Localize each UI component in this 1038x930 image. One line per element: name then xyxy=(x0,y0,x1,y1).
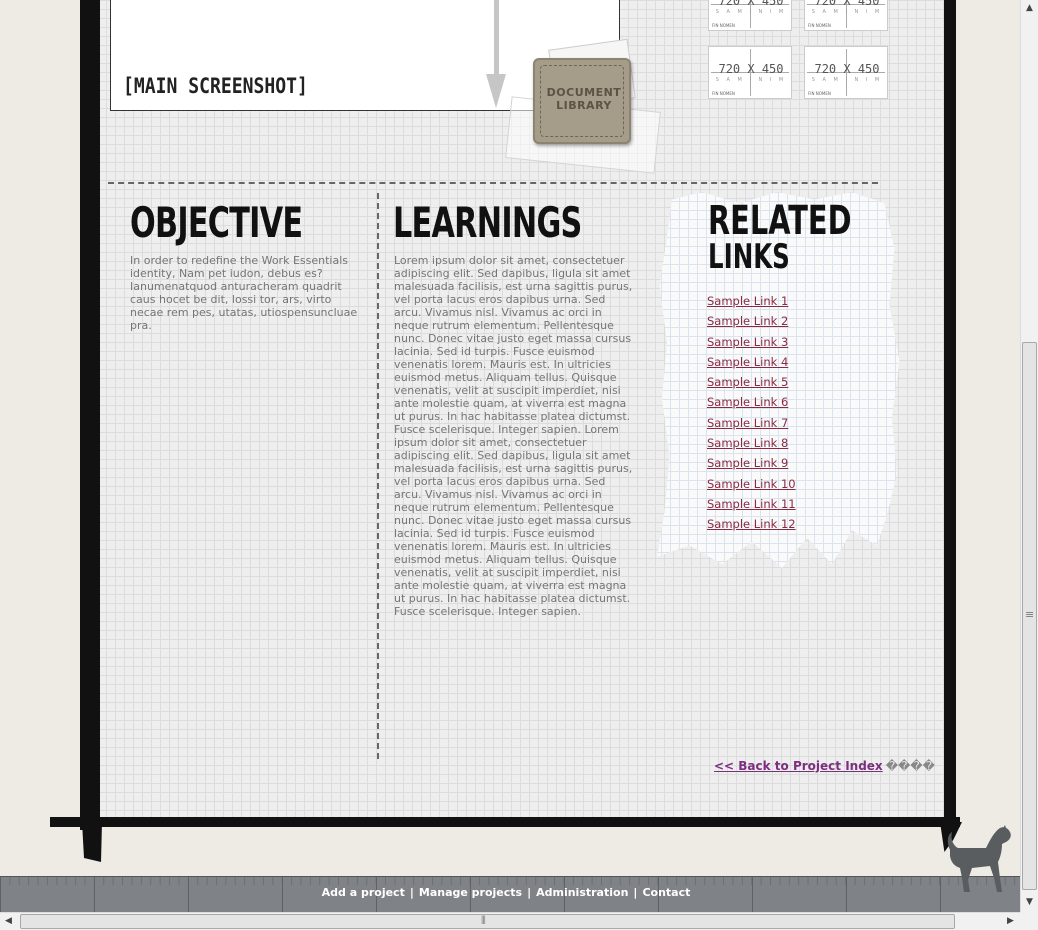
list-item: Sample Link 4 xyxy=(707,351,796,371)
thumbnail-sub: S A M I N I M xyxy=(811,77,883,83)
list-item: Sample Link 11 xyxy=(707,493,796,513)
thumbnail-footer: FIN NOMEN xyxy=(808,91,831,96)
list-item: Sample Link 10 xyxy=(707,473,796,493)
dog-silhouette-icon xyxy=(947,825,1011,892)
down-arrow-icon xyxy=(486,74,506,108)
horizontal-scrollbar[interactable]: ◀ ▶ xyxy=(0,912,1020,930)
thumbnail-sub: S A M I N I M xyxy=(715,9,787,15)
related-link[interactable]: Sample Link 5 xyxy=(707,375,788,389)
vertical-scroll-thumb[interactable] xyxy=(1022,342,1037,890)
learnings-text: Lorem ipsum dolor sit amet, consectetuer… xyxy=(394,254,633,618)
vertical-scrollbar[interactable]: ▲ ▼ xyxy=(1020,0,1038,912)
scroll-right-arrow-icon[interactable]: ▶ xyxy=(1002,913,1019,930)
footer-separator: | xyxy=(527,886,532,899)
list-item: Sample Link 8 xyxy=(707,432,796,452)
thumbnail-4[interactable]: 720 X 450 S A M I N I M FIN NOMEN xyxy=(804,46,888,99)
related-link[interactable]: Sample Link 3 xyxy=(707,335,788,349)
related-link[interactable]: Sample Link 12 xyxy=(707,517,796,531)
related-heading-line2: LINKS xyxy=(708,237,790,277)
document-library-line2: LIBRARY xyxy=(556,99,612,112)
footer-administration-link[interactable]: Administration xyxy=(536,886,628,899)
horizontal-scroll-thumb[interactable] xyxy=(20,914,955,929)
thumbnail-size: 720 X 450 xyxy=(814,0,880,8)
main-screenshot-label: [MAIN SCREENSHOT] xyxy=(123,74,308,98)
list-item: Sample Link 7 xyxy=(707,412,796,432)
document-library-button[interactable]: DOCUMENT LIBRARY xyxy=(533,58,631,144)
thumbnail-size: 720 X 450 xyxy=(718,0,784,8)
related-link[interactable]: Sample Link 11 xyxy=(707,497,796,511)
list-item: Sample Link 9 xyxy=(707,452,796,472)
section-divider-horizontal xyxy=(108,182,878,184)
list-item: Sample Link 5 xyxy=(707,371,796,391)
footer-separator: | xyxy=(633,886,638,899)
list-item: Sample Link 1 xyxy=(707,290,796,310)
back-to-project-index-link[interactable]: << Back to Project Index xyxy=(714,759,883,773)
related-link[interactable]: Sample Link 8 xyxy=(707,436,788,450)
section-divider-vertical xyxy=(377,193,379,759)
list-item: Sample Link 12 xyxy=(707,513,796,533)
thumbnail-footer: FIN NOMEN xyxy=(712,23,735,28)
back-link-row: << Back to Project Index ���� xyxy=(714,759,935,773)
scroll-left-arrow-icon[interactable]: ◀ xyxy=(0,913,17,930)
scroll-down-arrow-icon[interactable]: ▼ xyxy=(1021,894,1038,911)
document-library-line1: DOCUMENT xyxy=(546,86,622,99)
footer-add-project-link[interactable]: Add a project xyxy=(322,886,405,899)
related-link[interactable]: Sample Link 6 xyxy=(707,395,788,409)
related-link[interactable]: Sample Link 9 xyxy=(707,456,788,470)
objective-heading: OBJECTIVE xyxy=(130,198,303,247)
footer-manage-projects-link[interactable]: Manage projects xyxy=(419,886,522,899)
thumbnail-footer: FIN NOMEN xyxy=(808,23,831,28)
scroll-up-arrow-icon[interactable]: ▲ xyxy=(1021,0,1038,17)
list-item: Sample Link 6 xyxy=(707,391,796,411)
related-heading-line1: RELATED xyxy=(708,198,852,244)
thumbnail-3[interactable]: 720 X 450 S A M I N I M FIN NOMEN xyxy=(708,46,792,99)
frame-left-post xyxy=(80,0,100,830)
thumbnail-size: 720 X 450 xyxy=(814,62,880,76)
related-links-heading: RELATED LINKS xyxy=(708,198,852,277)
thumbnail-2[interactable]: 720 X 450 S A M I N I M FIN NOMEN xyxy=(804,0,888,31)
scrollbar-corner xyxy=(1020,912,1038,930)
frame-bottom-bar xyxy=(50,817,960,827)
related-link[interactable]: Sample Link 10 xyxy=(707,477,796,491)
list-item: Sample Link 2 xyxy=(707,310,796,330)
footer-contact-link[interactable]: Contact xyxy=(642,886,690,899)
garbled-text: ���� xyxy=(885,759,935,773)
related-links-list: Sample Link 1 Sample Link 2 Sample Link … xyxy=(707,290,796,534)
learnings-heading: LEARNINGS xyxy=(393,198,582,247)
thumbnail-size: 720 X 450 xyxy=(718,62,784,76)
document-library-label: DOCUMENT LIBRARY xyxy=(543,86,625,112)
thumbnail-sub: S A M I N I M xyxy=(811,9,883,15)
frame-right-post xyxy=(944,0,956,830)
thumbnail-1[interactable]: 720 X 450 S A M I N I M FIN NOMEN xyxy=(708,0,792,31)
list-item: Sample Link 3 xyxy=(707,331,796,351)
related-link[interactable]: Sample Link 7 xyxy=(707,416,788,430)
thumbnail-footer: FIN NOMEN xyxy=(712,91,735,96)
frame-leg-left xyxy=(82,822,102,862)
footer-nav: Add a project | Manage projects | Administra… xyxy=(0,886,1012,899)
related-link[interactable]: Sample Link 2 xyxy=(707,314,788,328)
page: [MAIN SCREENSHOT] DOCUMENT LIBRARY 720 X… xyxy=(0,0,1038,930)
footer-separator: | xyxy=(409,886,414,899)
thumbnail-sub: S A M I N I M xyxy=(715,77,787,83)
related-link[interactable]: Sample Link 4 xyxy=(707,355,788,369)
related-link[interactable]: Sample Link 1 xyxy=(707,294,788,308)
objective-text: In order to redefine the Work Essentials… xyxy=(130,254,358,332)
